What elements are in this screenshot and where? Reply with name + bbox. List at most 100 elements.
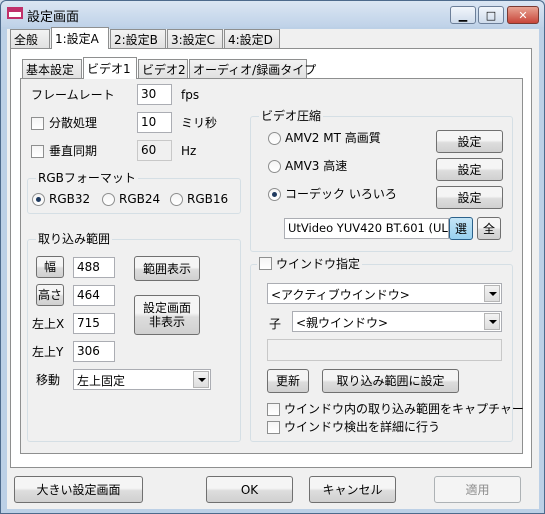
dispersion-checkbox[interactable] bbox=[31, 117, 44, 130]
button-label: 設定 bbox=[457, 190, 482, 205]
rgb24-radio[interactable] bbox=[102, 193, 115, 206]
minimize-icon: ▁ bbox=[458, 8, 468, 22]
y-label: 左上Y bbox=[32, 345, 64, 359]
subtab-audio-record[interactable]: オーディオ/録画タイプ bbox=[189, 59, 316, 79]
capture-inside-label: ウインドウ内の取り込み範囲をキャプチャー bbox=[284, 402, 524, 416]
ok-button[interactable]: OK bbox=[206, 476, 293, 503]
button-label: 設定 bbox=[457, 134, 482, 149]
window-select[interactable]: <アクティブウインドウ> bbox=[267, 283, 502, 304]
chevron-down-icon bbox=[484, 285, 500, 302]
button-label: 大きい設定画面 bbox=[36, 482, 121, 497]
large-settings-button[interactable]: 大きい設定画面 bbox=[14, 476, 143, 503]
detect-detail-checkbox[interactable] bbox=[267, 421, 280, 434]
button-label: 取り込み範囲に設定 bbox=[336, 374, 445, 388]
chevron-down-icon bbox=[193, 371, 209, 388]
amv2-settings-button[interactable]: 設定 bbox=[436, 130, 503, 153]
button-label: 幅 bbox=[43, 260, 56, 274]
rgb32-radio[interactable] bbox=[32, 193, 45, 206]
width-button[interactable]: 幅 bbox=[36, 256, 64, 278]
rgb-format-group: RGBフォーマット RGB32 RGB24 RGB16 bbox=[27, 171, 241, 214]
button-label-line2: 非表示 bbox=[148, 315, 185, 329]
codec-radio[interactable] bbox=[268, 188, 281, 201]
rgb16-label: RGB16 bbox=[187, 192, 229, 206]
button-label: キャンセル bbox=[322, 482, 383, 497]
tab-setting-d[interactable]: 4:設定D bbox=[224, 29, 280, 49]
codec-select-button[interactable]: 選 bbox=[449, 217, 473, 240]
codec-settings-button[interactable]: 設定 bbox=[436, 186, 503, 209]
apply-button[interactable]: 適用 bbox=[434, 476, 521, 503]
video-compression-group: ビデオ圧縮 AMV2 MT 高画質 設定 AMV3 高速 設定 コーデック いろ… bbox=[250, 109, 513, 252]
tab-setting-c[interactable]: 3:設定C bbox=[167, 29, 223, 49]
tab-setting-b[interactable]: 2:設定B bbox=[110, 29, 166, 49]
button-label: 更新 bbox=[275, 374, 300, 388]
title-bar[interactable]: 設定画面 ▁ □ ✕ bbox=[1, 1, 544, 27]
hide-settings-button[interactable]: 設定画面 非表示 bbox=[134, 295, 200, 335]
framerate-unit: fps bbox=[181, 88, 200, 102]
window-title: 設定画面 bbox=[27, 10, 80, 25]
x-input[interactable]: 715 bbox=[73, 313, 115, 334]
tab-general[interactable]: 全般 bbox=[10, 29, 50, 49]
tab-setting-a[interactable]: 1:設定A bbox=[51, 27, 109, 49]
capture-range-group: 取り込み範囲 幅 488 高さ 464 左上X 715 左上Y 306 移動 左… bbox=[27, 232, 241, 442]
x-label: 左上X bbox=[32, 317, 65, 331]
subtab-video1[interactable]: ビデオ1 bbox=[83, 57, 137, 79]
minimize-button[interactable]: ▁ bbox=[450, 6, 476, 24]
subtab-video2[interactable]: ビデオ2 bbox=[138, 59, 188, 79]
button-label: 全 bbox=[482, 221, 495, 236]
close-button[interactable]: ✕ bbox=[507, 6, 539, 24]
select-value: <アクティブウインドウ> bbox=[271, 288, 410, 302]
button-label: OK bbox=[240, 482, 259, 497]
tab-label: オーディオ/録画タイプ bbox=[193, 63, 317, 77]
cancel-button[interactable]: キャンセル bbox=[309, 476, 396, 503]
codec-all-button[interactable]: 全 bbox=[477, 217, 501, 240]
move-select[interactable]: 左上固定 bbox=[73, 369, 211, 390]
dialog-client-area: 全般 1:設定A 2:設定B 3:設定C 4:設定D 基本設定 ビデオ1 ビデオ… bbox=[7, 27, 539, 509]
vsync-input: 60 bbox=[137, 140, 172, 161]
button-label: 範囲表示 bbox=[142, 261, 191, 276]
tab-label: 基本設定 bbox=[26, 63, 75, 77]
amv3-label: AMV3 高速 bbox=[285, 159, 348, 173]
amv3-settings-button[interactable]: 設定 bbox=[436, 158, 503, 181]
maximize-button[interactable]: □ bbox=[478, 6, 504, 24]
codec-name-field: UtVideo YUV420 BT.601 (UL bbox=[284, 218, 449, 239]
select-value: <親ウインドウ> bbox=[296, 316, 389, 330]
vsync-checkbox[interactable] bbox=[31, 145, 44, 158]
set-capture-range-button[interactable]: 取り込み範囲に設定 bbox=[322, 369, 459, 393]
tab-label: 2:設定B bbox=[114, 33, 158, 47]
tab-label: 4:設定D bbox=[228, 33, 273, 47]
rgb16-radio[interactable] bbox=[170, 193, 183, 206]
width-input[interactable]: 488 bbox=[73, 257, 115, 278]
capture-inside-checkbox[interactable] bbox=[267, 403, 280, 416]
move-label: 移動 bbox=[36, 373, 61, 387]
show-range-button[interactable]: 範囲表示 bbox=[134, 256, 200, 281]
refresh-button[interactable]: 更新 bbox=[267, 369, 309, 393]
child-window-text bbox=[267, 339, 502, 361]
amv3-radio[interactable] bbox=[268, 160, 281, 173]
window-spec-checkbox[interactable] bbox=[259, 257, 272, 270]
tab-label: ビデオ1 bbox=[87, 62, 131, 76]
detect-detail-label: ウインドウ検出を詳細に行う bbox=[284, 420, 441, 434]
tab-label: 1:設定A bbox=[55, 32, 99, 46]
vsync-label: 垂直同期 bbox=[49, 144, 98, 158]
vsync-unit: Hz bbox=[181, 144, 197, 158]
window-spec-group: ウインドウ指定 <アクティブウインドウ> 子 <親ウインドウ> 更新 取り込み範… bbox=[250, 257, 524, 442]
chevron-down-icon bbox=[484, 313, 500, 330]
subtab-basic[interactable]: 基本設定 bbox=[22, 59, 82, 79]
window-spec-title: ウインドウ指定 bbox=[276, 257, 361, 271]
height-input[interactable]: 464 bbox=[73, 285, 115, 306]
subtab-panel-video1: フレームレート 30 fps 分散処理 10 ミリ秒 垂直同期 60 Hz RG… bbox=[20, 78, 524, 454]
button-label: 適用 bbox=[465, 482, 490, 497]
framerate-label: フレームレート bbox=[31, 88, 115, 102]
button-label: 高さ bbox=[37, 288, 62, 302]
child-window-select[interactable]: <親ウインドウ> bbox=[292, 311, 502, 332]
dispersion-unit: ミリ秒 bbox=[181, 116, 218, 130]
amv2-radio[interactable] bbox=[268, 132, 281, 145]
height-button[interactable]: 高さ bbox=[36, 284, 64, 306]
dispersion-input[interactable]: 10 bbox=[137, 112, 172, 133]
y-input[interactable]: 306 bbox=[73, 341, 115, 362]
codec-label: コーデック いろいろ bbox=[285, 187, 397, 201]
framerate-input[interactable]: 30 bbox=[137, 84, 172, 105]
maximize-icon: □ bbox=[485, 8, 497, 22]
close-icon: ✕ bbox=[518, 8, 528, 22]
tab-panel-setting-a: 基本設定 ビデオ1 ビデオ2 オーディオ/録画タイプ フレームレート 30 fp… bbox=[10, 48, 532, 468]
